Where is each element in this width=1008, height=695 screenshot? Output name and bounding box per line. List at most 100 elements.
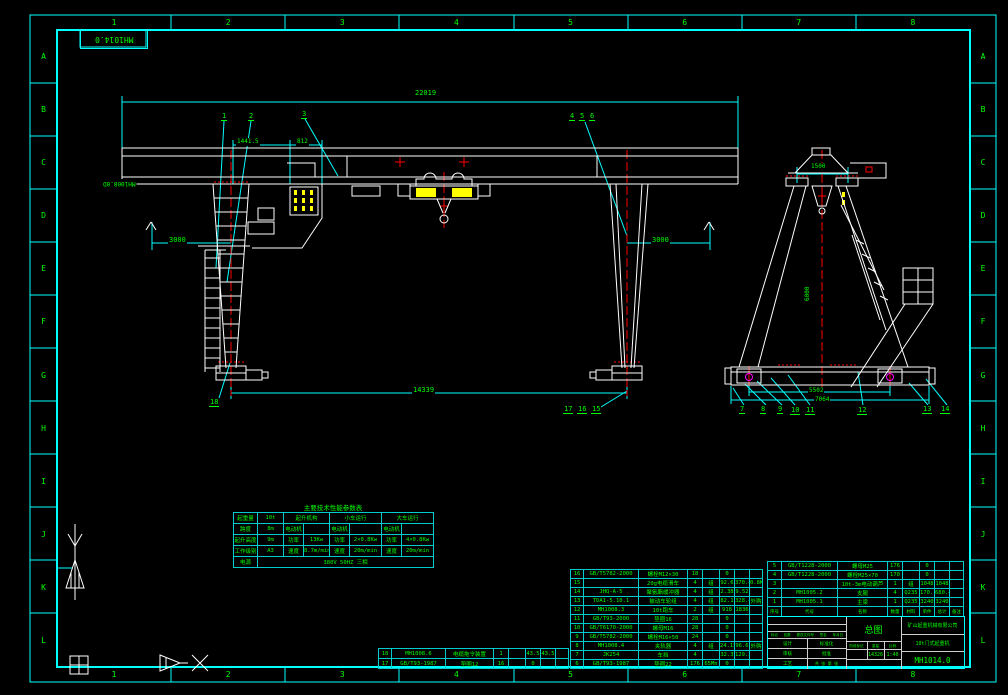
zone-row-label: B [980, 105, 986, 115]
bom-cell: 组 [702, 587, 720, 597]
zone-band-left: A B C D E F G H I J K L [30, 30, 57, 667]
zone-row-label: I [980, 476, 986, 486]
bom-cell [749, 587, 763, 597]
balloon-4: 4 [569, 112, 576, 121]
datum-symbol [65, 524, 85, 600]
bom-cell [734, 659, 750, 669]
bom-cell: 680.4 [934, 588, 950, 598]
bom-cell: 16 [493, 658, 509, 669]
param-cell: 起重量 [233, 512, 258, 524]
zone-row-label: G [980, 370, 986, 380]
bom-cell: 7 [570, 650, 584, 660]
drawing-type-cell: 总图 [846, 617, 902, 641]
param-cell: 20m/min [401, 545, 435, 557]
bom-cell [508, 658, 526, 669]
balloon-17: 17 [563, 405, 574, 414]
bom-cell: Q235 [902, 588, 920, 598]
zone-row-label: I [41, 476, 46, 486]
zone-col-label: 6 [682, 670, 688, 679]
bom-cell: 4 [687, 650, 703, 660]
balloon-1: 1 [221, 112, 228, 121]
bom-row: 13TDA1-5.10.1被动车轮组4组82.1328.4外购 [570, 596, 763, 606]
dim-rail-span: 14339 [412, 386, 436, 394]
bom-row: 1 MH1005.1 主梁 1 Q235 3240 3240 [767, 597, 964, 607]
bom-cell: 垫圈16 [638, 614, 688, 624]
bom-cell: 电缆拖令装置 [445, 648, 494, 659]
bom-cell: 170 [887, 570, 903, 580]
bom-cell: 14 [570, 587, 584, 597]
bom-cell: 10t跑车 [638, 605, 688, 615]
bom-cell: 1836 [734, 605, 750, 615]
balloon-2: 2 [248, 112, 255, 121]
bom-cell: GB/T1228-2000 [781, 570, 838, 580]
bom-row: 12 MH1008.3 10t跑车 2 组 918 1836 [570, 605, 763, 615]
bom-header-cell: 备注 [949, 606, 964, 617]
dim-span: 22019 [414, 89, 438, 97]
bom-cell: GB/T93-2000 [583, 614, 639, 624]
bom-cell: 17 [378, 658, 392, 669]
bom-cell [902, 561, 920, 571]
bom-cell: 170.1 [919, 588, 935, 598]
bom-row: 4 GB/T1228-2000 螺栓M25×70 170 0 [767, 570, 964, 580]
zone-row-label: L [41, 635, 46, 645]
product-cell: 10t门式起重机 [901, 634, 964, 652]
bom-cell: 10 [570, 623, 584, 633]
zone-band-top: 1 2 3 4 5 6 7 8 [57, 15, 970, 30]
bom-row: 10 GB/T6170-2000 螺母M16 28 0 [570, 623, 763, 633]
bom-cell: 4 [687, 596, 703, 606]
zone-row-label: B [41, 105, 46, 115]
zone-col-label: 3 [339, 670, 345, 679]
zone-col-label: 3 [339, 18, 345, 27]
bom-cell [734, 614, 750, 624]
wheel-marks [745, 373, 894, 381]
zone-col-label: 7 [796, 670, 802, 679]
bom-cell [934, 570, 950, 580]
bom-cell: 4 [887, 588, 903, 598]
param-cell: 速度 [329, 545, 351, 557]
bom-cell: 6 [570, 659, 584, 669]
bom-cell [734, 632, 750, 642]
bom-cell: 4 [687, 641, 703, 651]
param-cell: 功率 [283, 534, 304, 546]
bom-cell [508, 648, 526, 659]
bom-row: 2MH1005.2支腿4Q235170.1680.4 [767, 588, 964, 598]
param-row: 跨度 8m 电动机 电动机 电动机 [233, 523, 435, 535]
balloon-12: 12 [857, 406, 868, 415]
param-cell: 工作级别 [233, 545, 258, 557]
bom-cell: 0.8Kw [749, 578, 763, 588]
bom-cell [749, 623, 763, 633]
bom-cell: 918 [719, 605, 735, 615]
bom-cell: 0 [919, 570, 935, 580]
param-cell [401, 523, 435, 535]
bom-cell: 1 [493, 648, 509, 659]
bom-cell [749, 659, 763, 669]
bom-cell: 组 [702, 578, 720, 588]
bom-cell: 组 [702, 605, 720, 615]
zone-row-label: A [41, 52, 46, 62]
dim-overhang-left: 3000 [168, 236, 187, 244]
zone-row-label: D [980, 211, 986, 221]
bom-cell: 组 [902, 579, 920, 589]
sheet-note-cell: 共 张 第 张 [807, 658, 847, 669]
bom-cell: 2 [767, 588, 782, 598]
bom-cell: 1 [887, 579, 903, 589]
balloon-13: 13 [922, 405, 933, 414]
bom-cell: 11 [570, 614, 584, 624]
param-cell: 380V 50HZ 三相 [256, 556, 435, 568]
bom-header-cell: 序号 [767, 606, 782, 617]
zone-col-label: 2 [225, 670, 231, 679]
bom-cell [702, 569, 720, 579]
zone-row-label: J [41, 529, 46, 539]
bom-cell [749, 614, 763, 624]
bom-cell: 18 [687, 569, 703, 579]
bom-cell: 13 [570, 596, 584, 606]
zone-row-label: G [41, 370, 46, 380]
zone-col-label: 5 [568, 670, 573, 679]
bom-row: 7JK254车挡4 32.3129.2 [570, 650, 763, 660]
bom-cell: 24.15 [719, 641, 735, 651]
param-cell: 起升高度 [233, 534, 258, 546]
param-cell: 速度 [283, 545, 304, 557]
bom-header-cell: 材料 [902, 606, 920, 617]
bom-cell [749, 605, 763, 615]
bom-cell: 螺栓M12×30 [638, 569, 688, 579]
